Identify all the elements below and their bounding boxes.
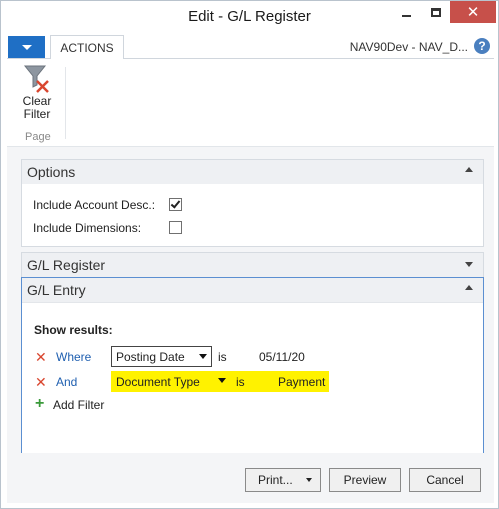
show-results-label: Show results:: [34, 323, 113, 337]
gl-entry-header[interactable]: G/L Entry: [22, 278, 483, 302]
company-name: NAV90Dev - NAV_D...: [349, 40, 468, 54]
remove-filter-icon[interactable]: ✕: [35, 374, 47, 391]
ribbon-divider: [65, 67, 66, 139]
minimize-icon: [402, 15, 411, 17]
gl-register-header[interactable]: G/L Register: [22, 253, 483, 277]
ribbon-tab-bar: ACTIONS NAV90Dev - NAV_D... ?: [7, 35, 494, 60]
dropdown-arrow-icon: [199, 354, 207, 359]
filter-value[interactable]: 05/11/20: [259, 350, 305, 364]
include-account-desc-checkbox[interactable]: [169, 198, 182, 211]
dialog-window: Edit - G/L Register ✕ ACTIONS NAV90Dev -…: [0, 0, 499, 509]
filter-row: ✕ And Document Type is Payment: [22, 371, 483, 393]
include-dimensions-label: Include Dimensions:: [33, 221, 142, 235]
request-page-body: Options Include Account Desc.: Include D…: [7, 147, 494, 458]
dropdown-arrow-icon: [218, 378, 226, 383]
plus-icon: +: [35, 395, 45, 412]
filter-connector[interactable]: Where: [56, 350, 91, 364]
chevron-down-icon: [465, 262, 473, 267]
options-title: Options: [27, 164, 76, 180]
clear-filter-label-line2: Filter: [23, 107, 51, 121]
filter-field-value: Document Type: [116, 374, 200, 389]
chevron-up-icon: [465, 285, 473, 290]
clear-filter-button[interactable]: Clear Filter: [17, 63, 57, 125]
add-filter-label[interactable]: Add Filter: [53, 398, 104, 412]
chevron-down-icon: [21, 44, 32, 50]
preview-button[interactable]: Preview: [329, 468, 401, 492]
filter-field-select[interactable]: Posting Date: [111, 346, 212, 367]
minimize-button[interactable]: [393, 1, 420, 23]
filter-field-value: Posting Date: [116, 349, 185, 364]
tab-actions[interactable]: ACTIONS: [50, 35, 124, 60]
filter-field-select[interactable]: Document Type: [111, 371, 230, 392]
cancel-button[interactable]: Cancel: [409, 468, 481, 492]
remove-filter-icon[interactable]: ✕: [35, 349, 47, 366]
help-icon[interactable]: ?: [474, 38, 490, 54]
options-fasttab: Options Include Account Desc.: Include D…: [21, 159, 484, 247]
filter-operator: is: [218, 350, 227, 364]
filter-connector[interactable]: And: [56, 375, 77, 389]
chevron-up-icon: [465, 167, 473, 172]
dropdown-arrow-icon: [306, 478, 312, 482]
filter-operator: is: [236, 375, 245, 389]
maximize-icon: [430, 7, 441, 17]
title-bar: Edit - G/L Register ✕: [1, 1, 498, 33]
gl-register-fasttab: G/L Register: [21, 252, 484, 277]
checkmark-icon: [170, 198, 181, 209]
maximize-button[interactable]: [422, 1, 449, 23]
print-label: Print...: [258, 473, 293, 487]
ribbon-content: Clear Filter Page: [7, 59, 494, 147]
app-menu-button[interactable]: [8, 36, 45, 58]
options-header[interactable]: Options: [22, 160, 483, 184]
include-account-desc-label: Include Account Desc.:: [33, 198, 156, 212]
gl-register-title: G/L Register: [27, 257, 106, 273]
filter-row: ✕ Where Posting Date is 05/11/20: [22, 346, 483, 368]
gl-entry-title: G/L Entry: [27, 282, 86, 298]
include-dimensions-checkbox[interactable]: [169, 221, 182, 234]
close-icon: ✕: [466, 3, 480, 21]
filter-value[interactable]: Payment: [278, 375, 325, 389]
button-bar: Print... Preview Cancel: [7, 453, 494, 503]
options-body: Include Account Desc.: Include Dimension…: [22, 184, 483, 246]
gl-entry-body: Show results: ✕ Where Posting Date is 05…: [22, 302, 483, 457]
clear-filter-icon: [23, 65, 49, 93]
print-button[interactable]: Print...: [245, 468, 321, 492]
add-filter-row[interactable]: + Add Filter: [22, 395, 483, 417]
close-button[interactable]: ✕: [450, 1, 496, 23]
ribbon-group-label: Page: [25, 131, 51, 143]
gl-entry-fasttab: G/L Entry Show results: ✕ Where Posting …: [21, 277, 484, 458]
